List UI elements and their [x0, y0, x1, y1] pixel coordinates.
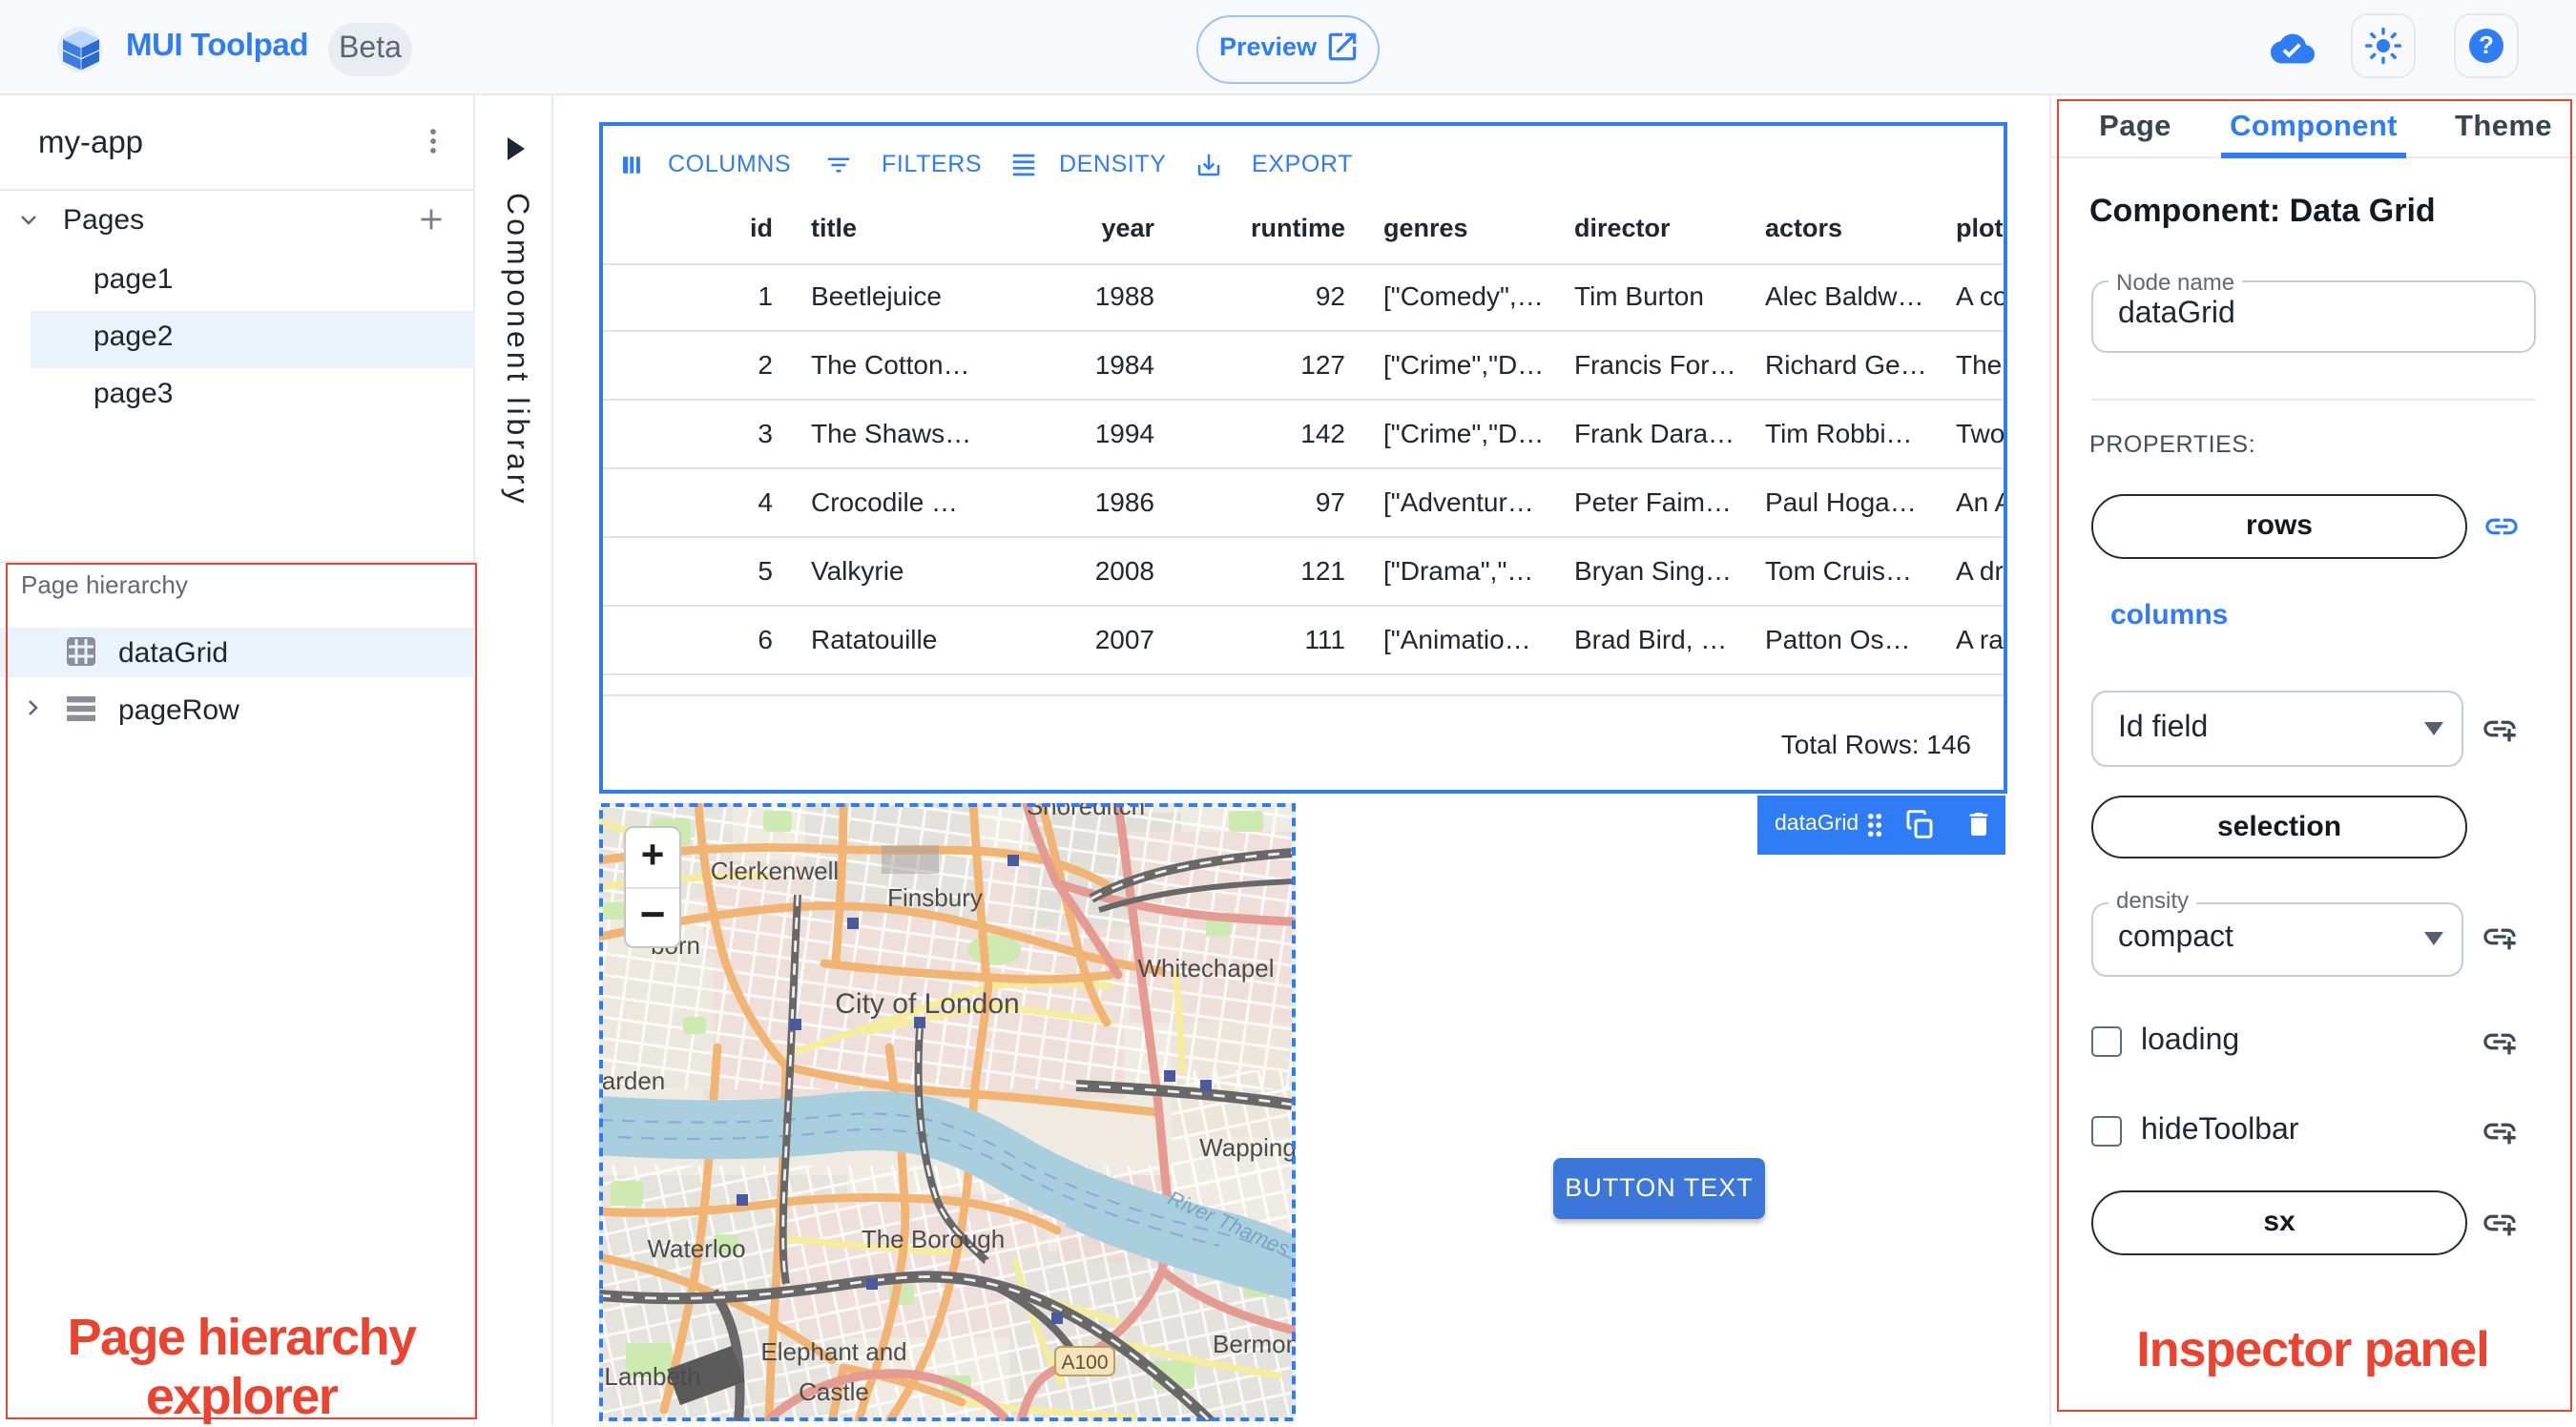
- svg-text:Finsbury: Finsbury: [887, 883, 983, 912]
- svg-text:Clerkenwell: Clerkenwell: [711, 857, 839, 885]
- svg-text:Lambeth: Lambeth: [604, 1362, 700, 1391]
- svg-text:City of London: City of London: [835, 988, 1019, 1020]
- svg-text:The Borough: The Borough: [862, 1225, 1005, 1253]
- svg-text:Bermondsey: Bermondsey: [1213, 1330, 1296, 1358]
- svg-text:Whitechapel: Whitechapel: [1137, 954, 1274, 982]
- svg-text:Castle: Castle: [799, 1377, 869, 1406]
- svg-text:Wapping: Wapping: [1199, 1133, 1296, 1162]
- svg-text:arden: arden: [602, 1066, 666, 1095]
- svg-text:Elephant and: Elephant and: [760, 1337, 906, 1366]
- svg-text:A100: A100: [1061, 1352, 1108, 1374]
- svg-text:Waterloo: Waterloo: [647, 1234, 745, 1263]
